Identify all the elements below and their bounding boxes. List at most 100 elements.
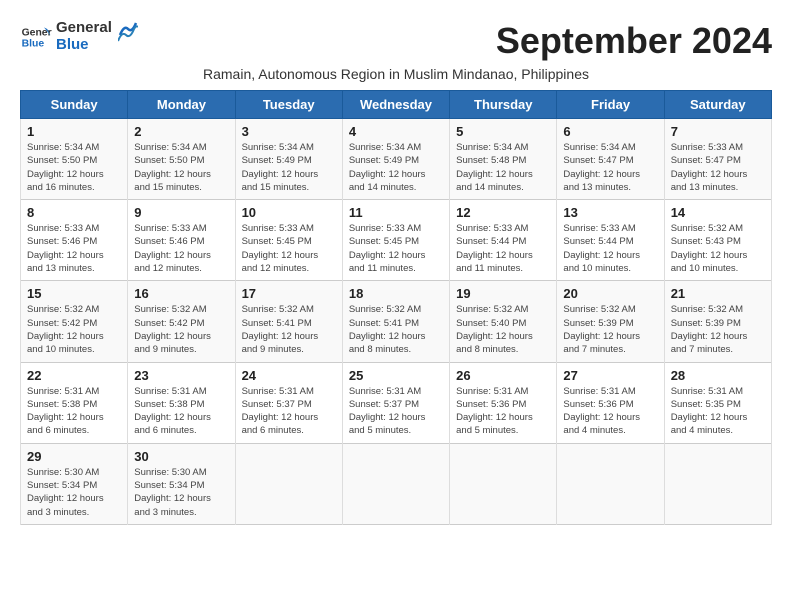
calendar-cell: 8Sunrise: 5:33 AMSunset: 5:46 PMDaylight…: [21, 200, 128, 281]
header-tuesday: Tuesday: [235, 91, 342, 119]
calendar-cell: [235, 443, 342, 524]
day-info: Sunrise: 5:34 AMSunset: 5:47 PMDaylight:…: [563, 141, 657, 194]
day-info: Sunrise: 5:33 AMSunset: 5:47 PMDaylight:…: [671, 141, 765, 194]
calendar-cell: 3Sunrise: 5:34 AMSunset: 5:49 PMDaylight…: [235, 119, 342, 200]
calendar-cell: 27 Sunrise: 5:31 AMSunset: 5:36 PMDayligh…: [557, 362, 664, 443]
day-number: 21: [671, 286, 765, 301]
calendar-cell: 7 Sunrise: 5:33 AMSunset: 5:47 PMDaylight…: [664, 119, 771, 200]
day-number: 6: [563, 124, 657, 139]
day-info: Sunrise: 5:33 AMSunset: 5:45 PMDaylight:…: [242, 222, 336, 275]
day-number: 9: [134, 205, 228, 220]
calendar-cell: 20 Sunrise: 5:32 AMSunset: 5:39 PMDayligh…: [557, 281, 664, 362]
day-number: 26: [456, 368, 550, 383]
calendar-cell: [342, 443, 449, 524]
day-info: Sunrise: 5:34 AMSunset: 5:50 PMDaylight:…: [134, 141, 228, 194]
day-number: 15: [27, 286, 121, 301]
header-friday: Friday: [557, 91, 664, 119]
day-info: Sunrise: 5:32 AMSunset: 5:42 PMDaylight:…: [134, 303, 228, 356]
day-info: Sunrise: 5:32 AMSunset: 5:41 PMDaylight:…: [242, 303, 336, 356]
calendar-header-row: SundayMondayTuesdayWednesdayThursdayFrid…: [21, 91, 772, 119]
day-number: 29: [27, 449, 121, 464]
day-number: 28: [671, 368, 765, 383]
calendar-cell: 14 Sunrise: 5:32 AMSunset: 5:43 PMDayligh…: [664, 200, 771, 281]
calendar-cell: 21 Sunrise: 5:32 AMSunset: 5:39 PMDayligh…: [664, 281, 771, 362]
month-title: September 2024: [496, 20, 772, 62]
calendar-cell: 10 Sunrise: 5:33 AMSunset: 5:45 PMDayligh…: [235, 200, 342, 281]
calendar-cell: 5 Sunrise: 5:34 AMSunset: 5:48 PMDaylight…: [450, 119, 557, 200]
calendar-cell: 18 Sunrise: 5:32 AMSunset: 5:41 PMDayligh…: [342, 281, 449, 362]
day-number: 10: [242, 205, 336, 220]
calendar-cell: [450, 443, 557, 524]
day-number: 13: [563, 205, 657, 220]
day-info: Sunrise: 5:32 AMSunset: 5:41 PMDaylight:…: [349, 303, 443, 356]
day-number: 5: [456, 124, 550, 139]
calendar-cell: 1 Sunrise: 5:34 AMSunset: 5:50 PMDaylight…: [21, 119, 128, 200]
week-row: 15 Sunrise: 5:32 AMSunset: 5:42 PMDayligh…: [21, 281, 772, 362]
day-number: 11: [349, 205, 443, 220]
day-info: Sunrise: 5:34 AMSunset: 5:49 PMDaylight:…: [349, 141, 443, 194]
calendar-cell: 25Sunrise: 5:31 AMSunset: 5:37 PMDayligh…: [342, 362, 449, 443]
day-info: Sunrise: 5:32 AMSunset: 5:42 PMDaylight:…: [27, 303, 121, 356]
header-monday: Monday: [128, 91, 235, 119]
day-number: 20: [563, 286, 657, 301]
header-saturday: Saturday: [664, 91, 771, 119]
day-number: 27: [563, 368, 657, 383]
day-info: Sunrise: 5:33 AMSunset: 5:45 PMDaylight:…: [349, 222, 443, 275]
calendar-cell: 4Sunrise: 5:34 AMSunset: 5:49 PMDaylight…: [342, 119, 449, 200]
calendar-cell: 29 Sunrise: 5:30 AMSunset: 5:34 PMDayligh…: [21, 443, 128, 524]
svg-text:Blue: Blue: [22, 38, 45, 49]
day-number: 1: [27, 124, 121, 139]
header: General Blue General Blue September 2024: [20, 20, 772, 62]
calendar-cell: 19Sunrise: 5:32 AMSunset: 5:40 PMDayligh…: [450, 281, 557, 362]
day-info: Sunrise: 5:31 AMSunset: 5:36 PMDaylight:…: [456, 385, 550, 438]
svg-text:General: General: [22, 27, 52, 38]
day-number: 16: [134, 286, 228, 301]
calendar-cell: [557, 443, 664, 524]
day-number: 8: [27, 205, 121, 220]
subtitle: Ramain, Autonomous Region in Muslim Mind…: [20, 66, 772, 82]
day-number: 17: [242, 286, 336, 301]
calendar-cell: 12Sunrise: 5:33 AMSunset: 5:44 PMDayligh…: [450, 200, 557, 281]
day-info: Sunrise: 5:33 AMSunset: 5:46 PMDaylight:…: [134, 222, 228, 275]
logo-general: General: [56, 20, 112, 37]
day-number: 18: [349, 286, 443, 301]
header-thursday: Thursday: [450, 91, 557, 119]
logo: General Blue General Blue: [20, 20, 138, 53]
day-number: 24: [242, 368, 336, 383]
week-row: 22 Sunrise: 5:31 AMSunset: 5:38 PMDayligh…: [21, 362, 772, 443]
calendar-cell: 2 Sunrise: 5:34 AMSunset: 5:50 PMDaylight…: [128, 119, 235, 200]
logo-blue: Blue: [56, 37, 112, 54]
day-info: Sunrise: 5:30 AMSunset: 5:34 PMDaylight:…: [27, 466, 121, 519]
day-info: Sunrise: 5:31 AMSunset: 5:35 PMDaylight:…: [671, 385, 765, 438]
day-number: 22: [27, 368, 121, 383]
day-number: 30: [134, 449, 228, 464]
calendar-table: SundayMondayTuesdayWednesdayThursdayFrid…: [20, 90, 772, 525]
calendar-cell: 16 Sunrise: 5:32 AMSunset: 5:42 PMDayligh…: [128, 281, 235, 362]
day-info: Sunrise: 5:32 AMSunset: 5:39 PMDaylight:…: [563, 303, 657, 356]
day-number: 14: [671, 205, 765, 220]
calendar-cell: 30 Sunrise: 5:30 AMSunset: 5:34 PMDayligh…: [128, 443, 235, 524]
day-info: Sunrise: 5:32 AMSunset: 5:39 PMDaylight:…: [671, 303, 765, 356]
day-info: Sunrise: 5:31 AMSunset: 5:36 PMDaylight:…: [563, 385, 657, 438]
header-sunday: Sunday: [21, 91, 128, 119]
day-info: Sunrise: 5:30 AMSunset: 5:34 PMDaylight:…: [134, 466, 228, 519]
calendar-cell: [664, 443, 771, 524]
calendar-cell: 13Sunrise: 5:33 AMSunset: 5:44 PMDayligh…: [557, 200, 664, 281]
day-info: Sunrise: 5:34 AMSunset: 5:48 PMDaylight:…: [456, 141, 550, 194]
calendar-cell: 22 Sunrise: 5:31 AMSunset: 5:38 PMDayligh…: [21, 362, 128, 443]
day-info: Sunrise: 5:31 AMSunset: 5:37 PMDaylight:…: [242, 385, 336, 438]
day-number: 3: [242, 124, 336, 139]
day-number: 23: [134, 368, 228, 383]
day-number: 2: [134, 124, 228, 139]
day-info: Sunrise: 5:31 AMSunset: 5:38 PMDaylight:…: [27, 385, 121, 438]
calendar-cell: 24 Sunrise: 5:31 AMSunset: 5:37 PMDayligh…: [235, 362, 342, 443]
day-number: 12: [456, 205, 550, 220]
day-info: Sunrise: 5:31 AMSunset: 5:38 PMDaylight:…: [134, 385, 228, 438]
week-row: 8 Sunrise: 5:33 AMSunset: 5:46 PMDaylight…: [21, 200, 772, 281]
day-info: Sunrise: 5:32 AMSunset: 5:43 PMDaylight:…: [671, 222, 765, 275]
calendar-cell: 6 Sunrise: 5:34 AMSunset: 5:47 PMDaylight…: [557, 119, 664, 200]
logo-wave-icon: [118, 21, 138, 49]
week-row: 29 Sunrise: 5:30 AMSunset: 5:34 PMDayligh…: [21, 443, 772, 524]
day-info: Sunrise: 5:34 AMSunset: 5:50 PMDaylight:…: [27, 141, 121, 194]
day-number: 7: [671, 124, 765, 139]
